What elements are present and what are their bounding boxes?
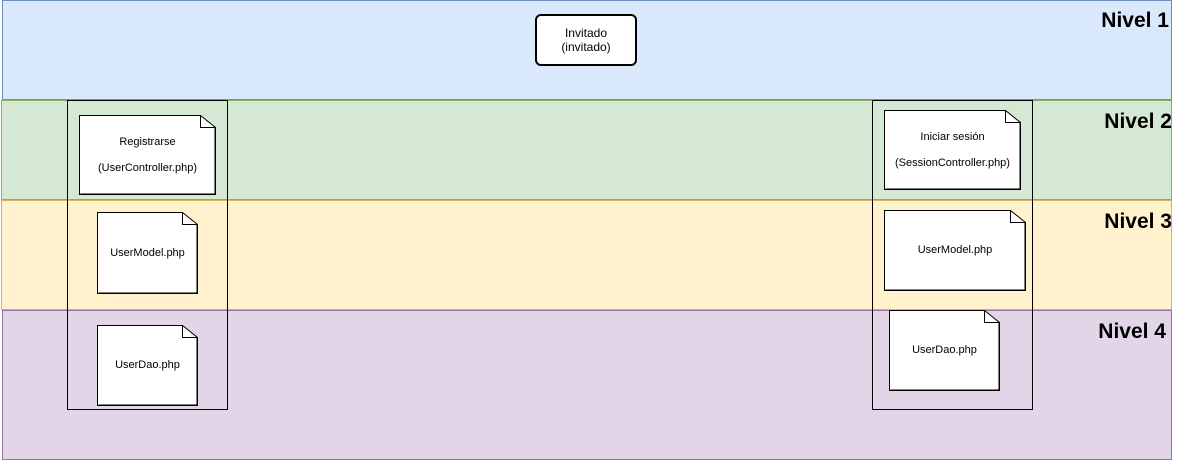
actor-role: (invitado) bbox=[561, 40, 611, 54]
iniciar-sesion-note: Iniciar sesión (SessionController.php) bbox=[884, 110, 1021, 190]
level-1-label: Nivel 1 bbox=[1101, 9, 1169, 32]
level-4-label: Nivel 4 bbox=[1098, 320, 1166, 343]
user-controller-label: (UserController.php) bbox=[97, 161, 198, 174]
iniciar-sesion-label: Iniciar sesión bbox=[920, 130, 985, 143]
registrarse-label: Registrarse bbox=[119, 135, 176, 148]
right-user-model-label: UserModel.php bbox=[917, 244, 993, 256]
left-user-model-note: UserModel.php bbox=[97, 212, 198, 294]
right-user-dao-note: UserDao.php bbox=[889, 310, 1000, 391]
level-3-label: Nivel 3 bbox=[1104, 210, 1172, 233]
level-2-label: Nivel 2 bbox=[1104, 110, 1172, 133]
actor-invitado-box: Invitado (invitado) bbox=[535, 14, 637, 66]
right-user-model-note: UserModel.php bbox=[884, 210, 1026, 291]
left-user-dao-note: UserDao.php bbox=[97, 325, 198, 406]
right-user-dao-label: UserDao.php bbox=[912, 344, 977, 356]
actor-name: Invitado bbox=[564, 26, 607, 40]
session-controller-label: (SessionController.php) bbox=[895, 156, 1010, 169]
left-user-dao-label: UserDao.php bbox=[115, 359, 180, 371]
left-user-model-label: UserModel.php bbox=[110, 246, 185, 259]
registrarse-note: Registrarse (UserController.php) bbox=[79, 115, 216, 195]
